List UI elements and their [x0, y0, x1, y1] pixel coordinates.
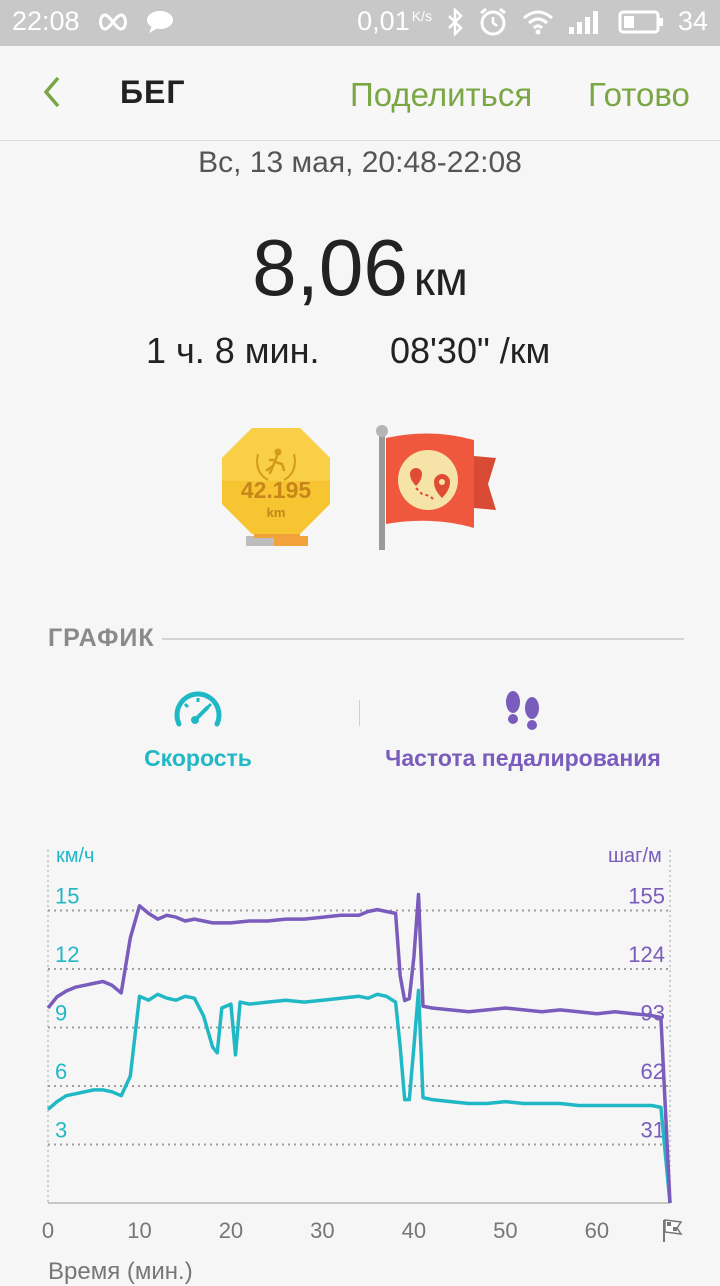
wifi-icon [522, 10, 553, 34]
marathon-badge-text: 42.195 [241, 477, 312, 503]
x-axis-label: Время (мин.) [48, 1258, 193, 1285]
back-button[interactable] [34, 72, 74, 112]
left-tick-label: 9 [55, 1000, 67, 1025]
section-divider [162, 638, 684, 640]
tab-cadence[interactable]: Частота педалирования [370, 688, 676, 772]
route-flag-badge-icon[interactable] [372, 424, 502, 554]
left-tick-label: 15 [55, 883, 79, 908]
left-tick-label: 12 [55, 942, 79, 967]
left-tick-label: 3 [55, 1117, 67, 1142]
x-tick-label: 10 [127, 1218, 151, 1243]
cadence-series-line [46, 892, 672, 1204]
tab-cadence-label: Частота педалирования [385, 745, 661, 771]
right-tick-label: 124 [628, 942, 665, 967]
speed-cadence-chart: 15 15512 1249 936 623 310 10 20 30 40 50 60 [42, 850, 683, 1243]
tab-divider [359, 700, 360, 726]
right-tick-label: 62 [641, 1059, 665, 1084]
battery-icon [618, 10, 663, 33]
graph-section-title: ГРАФИК [48, 624, 155, 652]
tab-speed-label: Скорость [144, 745, 252, 771]
chat-icon [146, 10, 173, 33]
alarm-icon [480, 7, 506, 35]
marathon-badge-unit: km [267, 505, 286, 520]
tab-speed[interactable]: Скорость [100, 688, 296, 772]
x-tick-label: 0 [42, 1218, 54, 1243]
network-speed-unit: K/s [411, 8, 432, 24]
network-speed: 0,01 K/s [357, 6, 432, 36]
signal-icon [568, 10, 598, 34]
x-tick-label: 40 [402, 1218, 426, 1243]
left-tick-label: 6 [55, 1059, 67, 1084]
bluetooth-icon [448, 7, 463, 36]
x-tick-label: 30 [310, 1218, 334, 1243]
speed-series-line [46, 988, 672, 1204]
app-bar: БЕГ Поделиться Готово [0, 46, 720, 141]
marathon-badge-icon[interactable]: 42.195 km [218, 424, 334, 552]
workout-pace: 08'30" /км [390, 330, 551, 371]
status-time: 22:08 [12, 6, 80, 36]
done-button[interactable]: Готово [588, 76, 690, 114]
x-tick-label: 60 [585, 1218, 609, 1243]
status-bar: 22:08 0,01 K/s 34 [0, 0, 720, 46]
share-button[interactable]: Поделиться [350, 76, 532, 114]
speedometer-icon [174, 691, 222, 727]
battery-level: 34 [677, 6, 708, 36]
x-tick-label: 20 [219, 1218, 243, 1243]
page-title: БЕГ [120, 74, 186, 110]
distance-display: 8,06 км [0, 222, 720, 314]
workout-duration: 1 ч. 8 мин. [146, 330, 320, 371]
workout-date: Вс, 13 мая, 20:48-22:08 [198, 146, 522, 179]
distance-unit: км [413, 253, 468, 306]
right-tick-label: 155 [628, 883, 665, 908]
finish-flag-icon [663, 1219, 683, 1242]
footprints-icon [506, 691, 539, 730]
x-tick-label: 50 [493, 1218, 517, 1243]
infinity-icon [98, 12, 127, 31]
distance-value: 8,06 [252, 223, 408, 312]
